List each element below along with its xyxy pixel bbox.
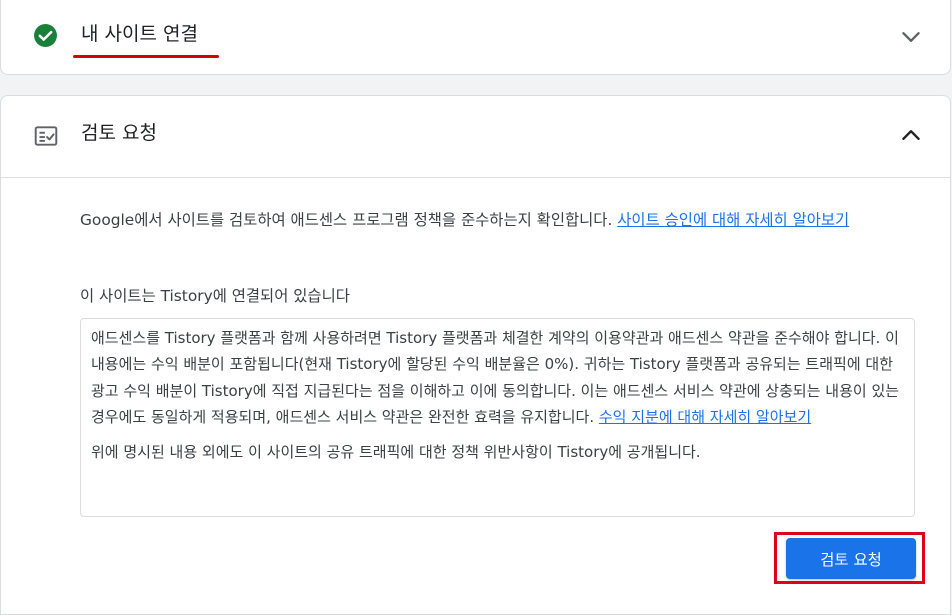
step-review-card: 검토 요청 Google에서 사이트를 검토하여 애드센스 프로그램 정책을 준… [0, 95, 951, 615]
divider [1, 177, 950, 178]
site-approval-link[interactable]: 사이트 승인에 대해 자세히 알아보기 [617, 211, 849, 229]
chevron-up-icon[interactable] [898, 122, 924, 148]
annotation-underline [73, 55, 219, 58]
step-connect-site-card: 내 사이트 연결 [0, 0, 951, 75]
request-review-button[interactable]: 검토 요청 [786, 538, 916, 579]
step-connect-title: 내 사이트 연결 [81, 23, 198, 45]
checklist-icon [34, 126, 58, 146]
review-intro: Google에서 사이트를 검토하여 애드센스 프로그램 정책을 준수하는지 확… [80, 208, 915, 232]
check-circle-icon [34, 24, 57, 47]
chevron-down-icon[interactable] [898, 24, 924, 50]
review-intro-text: Google에서 사이트를 검토하여 애드센스 프로그램 정책을 준수하는지 확… [80, 211, 618, 229]
revenue-share-link[interactable]: 수익 지분에 대해 자세히 알아보기 [599, 408, 811, 426]
connected-platform-label: 이 사이트는 Tistory에 연결되어 있습니다 [80, 287, 350, 305]
terms-paragraph-1: 애드센스를 Tistory 플랫폼과 함께 사용하려면 Tistory 플랫폼과… [91, 325, 904, 431]
step-review-title: 검토 요청 [81, 122, 157, 144]
terms-paragraph-2: 위에 명시된 내용 외에도 이 사이트의 공유 트래픽에 대한 정책 위반사항이… [91, 442, 701, 461]
terms-box: 애드센스를 Tistory 플랫폼과 함께 사용하려면 Tistory 플랫폼과… [80, 318, 915, 517]
